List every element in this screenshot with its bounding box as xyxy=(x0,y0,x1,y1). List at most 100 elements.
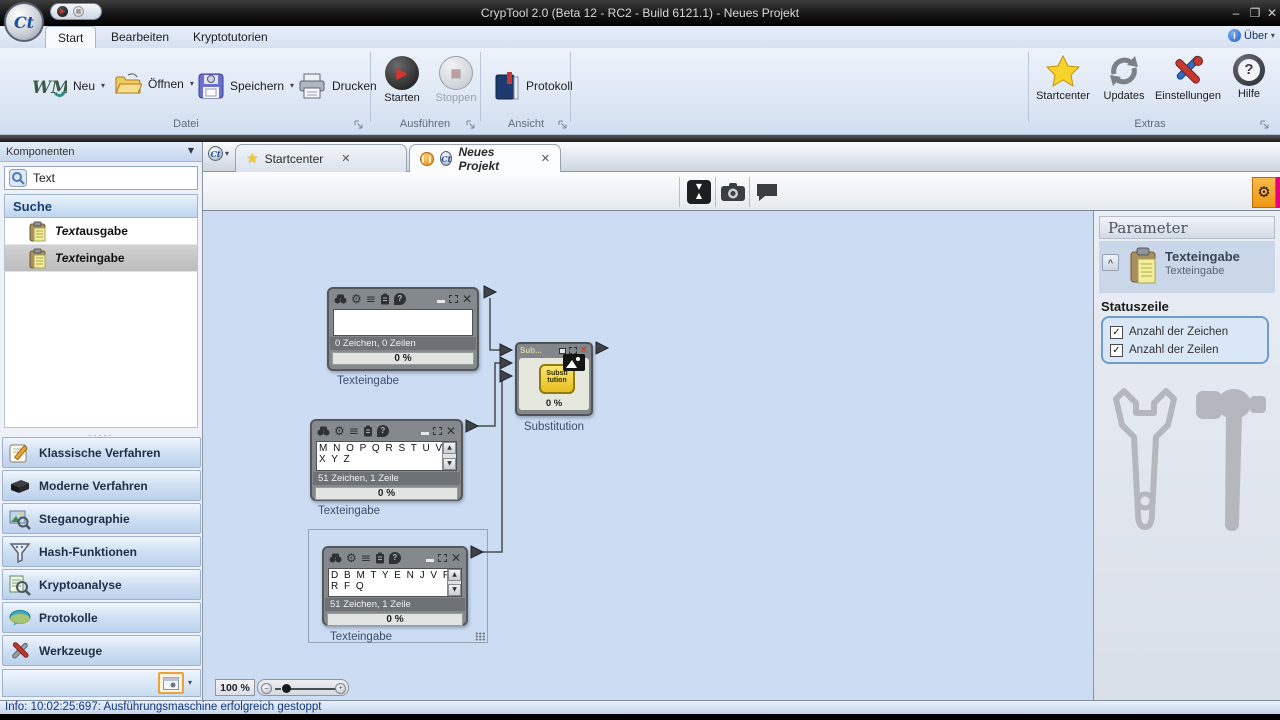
binoculars-icon[interactable] xyxy=(334,294,347,304)
node-close-icon[interactable]: ✕ xyxy=(451,552,461,564)
list-item-texteingabe[interactable]: Texteingabe xyxy=(5,245,197,272)
zoom-out-button[interactable]: – xyxy=(261,682,272,694)
scroll-up-icon[interactable]: ▲ xyxy=(448,569,461,581)
node-close-icon[interactable]: ✕ xyxy=(462,293,472,305)
text-input-area[interactable]: M N O P Q R S T U V WX Y Z ▲▼ xyxy=(316,441,457,471)
workspace-canvas[interactable]: ⚙ ≡ ? ✕ 0 Zeichen, 0 Zeilen 0 % Texteing… xyxy=(203,211,1093,700)
gear-icon[interactable]: ⚙ xyxy=(351,293,362,305)
zoom-in-button[interactable]: + xyxy=(335,682,346,694)
menu-icon[interactable]: ≡ xyxy=(366,293,376,305)
text-input-area[interactable] xyxy=(333,309,473,336)
help-icon[interactable]: ? xyxy=(388,551,401,564)
zoom-slider[interactable]: – + xyxy=(257,679,349,696)
extras-dialog-launcher[interactable] xyxy=(1260,120,1270,130)
list-item-textausgabe[interactable]: Textausgabe xyxy=(5,218,197,245)
datei-dialog-launcher[interactable] xyxy=(354,120,364,130)
tab-bearbeiten[interactable]: Bearbeiten xyxy=(99,26,181,48)
binoculars-icon[interactable] xyxy=(329,553,342,563)
checkbox-checked-icon[interactable]: ✓ xyxy=(1110,325,1123,339)
clipboard-icon[interactable] xyxy=(375,552,385,564)
close-button[interactable]: ✕ xyxy=(1264,6,1280,20)
scroll-down-icon[interactable]: ▼ xyxy=(448,584,461,596)
resize-grip[interactable] xyxy=(475,632,486,641)
category-protokolle[interactable]: Protokolle xyxy=(2,602,201,633)
component-search-input[interactable]: Text xyxy=(4,166,198,190)
screenshot-button[interactable] xyxy=(719,178,747,205)
about-button[interactable]: i Über ▾ xyxy=(1228,29,1275,42)
help-icon[interactable]: ? xyxy=(393,292,406,305)
ansicht-dialog-launcher[interactable] xyxy=(558,120,568,130)
scroll-down-icon[interactable]: ▼ xyxy=(443,458,456,470)
ribbon-tab-row: Start Bearbeiten Kryptotutorien i Über ▾ xyxy=(0,26,1280,48)
text-input-area[interactable]: D B M T Y E N J V P O TR F Q ▲▼ xyxy=(328,568,462,597)
minimize-button[interactable]: – xyxy=(1228,6,1244,20)
tab-start[interactable]: Start xyxy=(45,26,97,48)
comment-button[interactable] xyxy=(753,178,781,205)
tab-startcenter[interactable]: ★ Startcenter ✕ xyxy=(235,144,407,172)
hilfe-button[interactable]: ? Hilfe xyxy=(1226,54,1272,100)
node-scrollbar[interactable]: ▲ ▼ xyxy=(442,442,456,470)
binoculars-icon[interactable] xyxy=(317,426,330,436)
ausfuehren-dialog-launcher[interactable] xyxy=(466,120,476,130)
tab-neues-projekt[interactable]: ❙❙ Ct Neues Projekt ✕ xyxy=(409,144,561,173)
quick-play-button[interactable]: ▶ xyxy=(57,6,68,17)
starten-button[interactable]: ▶ Starten xyxy=(376,56,428,104)
node-maximize-icon[interactable] xyxy=(437,553,447,562)
sidebar-header[interactable]: Komponenten ▼ xyxy=(0,142,202,162)
checkbox-row-anzahl-zeilen[interactable]: ✓ Anzahl der Zeilen xyxy=(1110,341,1267,359)
category-kryptoanalyse[interactable]: Kryptoanalyse xyxy=(2,569,201,600)
caret-down-icon[interactable]: ▾ xyxy=(188,679,192,687)
node-minimize-icon[interactable] xyxy=(425,558,434,562)
checkbox-row-anzahl-zeichen[interactable]: ✓ Anzahl der Zeichen xyxy=(1110,323,1267,341)
oeffnen-button[interactable]: Öffnen ▾ xyxy=(108,70,200,98)
gear-icon[interactable]: ⚙ xyxy=(346,552,357,564)
node-maximize-icon[interactable] xyxy=(432,426,442,435)
maximize-button[interactable]: ❐ xyxy=(1247,6,1263,20)
speichern-button[interactable]: Speichern ▾ xyxy=(192,70,300,102)
tab-close-icon[interactable]: ✕ xyxy=(541,153,550,164)
node-minimize-icon[interactable] xyxy=(420,431,429,435)
quick-stop-button[interactable]: ■ xyxy=(73,6,84,17)
new-project-icon: WM xyxy=(32,78,67,98)
scroll-up-icon[interactable]: ▲ xyxy=(443,442,456,454)
node-minimize-icon[interactable] xyxy=(436,299,445,303)
neu-button[interactable]: WM Neu ▾ xyxy=(25,70,111,102)
zoom-slider-handle[interactable] xyxy=(282,683,291,693)
category-hash-funktionen[interactable]: Hash-Funktionen xyxy=(2,536,201,567)
category-steganographie[interactable]: Steganographie xyxy=(2,503,201,534)
canvas-settings-button[interactable]: ⚙ xyxy=(1252,177,1276,208)
panel-view-button[interactable] xyxy=(157,672,184,694)
node-maximize-icon[interactable] xyxy=(448,294,458,303)
protokoll-button[interactable]: Protokoll xyxy=(488,68,579,104)
category-werkzeuge[interactable]: Werkzeuge xyxy=(2,635,201,666)
tab-close-icon[interactable]: ✕ xyxy=(341,153,350,164)
category-moderne-verfahren[interactable]: Moderne Verfahren xyxy=(2,470,201,501)
menu-icon[interactable]: ≡ xyxy=(361,552,371,564)
einstellungen-button[interactable]: Einstellungen xyxy=(1152,54,1224,102)
fit-to-screen-button[interactable]: ▼ ▲ xyxy=(685,178,713,205)
node-minimize-icon[interactable] xyxy=(558,347,566,354)
checkbox-checked-icon[interactable]: ✓ xyxy=(1110,343,1123,357)
node-texteingabe-1[interactable]: ⚙ ≡ ? ✕ 0 Zeichen, 0 Zeilen 0 % xyxy=(327,287,479,371)
node-texteingabe-2[interactable]: ⚙ ≡ ? ✕ M N O P Q R S T U V WX Y Z ▲▼ 51… xyxy=(310,419,463,501)
node-substitution[interactable]: Sub... ✕ Substi tution 0 % xyxy=(515,342,593,416)
startcenter-button[interactable]: Startcenter xyxy=(1032,54,1094,102)
tab-kryptotutorien[interactable]: Kryptotutorien xyxy=(181,26,280,48)
help-icon[interactable]: ? xyxy=(376,424,389,437)
updates-button[interactable]: Updates xyxy=(1098,54,1150,102)
category-klassische-verfahren[interactable]: Klassische Verfahren xyxy=(2,437,201,468)
node-scrollbar[interactable]: ▲ ▼ xyxy=(447,569,461,596)
stoppen-button[interactable]: ■ Stoppen xyxy=(430,56,482,104)
workspace-menu-button[interactable]: Ct ▾ xyxy=(208,146,229,161)
menu-icon[interactable]: ≡ xyxy=(349,425,359,437)
collapse-button[interactable]: ^ xyxy=(1102,254,1119,271)
node-maximize-icon[interactable] xyxy=(568,347,577,354)
app-logo-button[interactable]: Ct xyxy=(4,2,44,42)
gear-icon[interactable]: ⚙ xyxy=(334,425,345,437)
clipboard-icon xyxy=(29,221,46,241)
node-texteingabe-3[interactable]: ⚙ ≡ ? ✕ D B M T Y E N J V P O TR F Q ▲▼ … xyxy=(322,546,468,626)
node-close-icon[interactable]: ✕ xyxy=(446,425,456,437)
node-progress: 0 % xyxy=(315,487,458,500)
clipboard-icon[interactable] xyxy=(380,293,390,305)
clipboard-icon[interactable] xyxy=(363,425,373,437)
